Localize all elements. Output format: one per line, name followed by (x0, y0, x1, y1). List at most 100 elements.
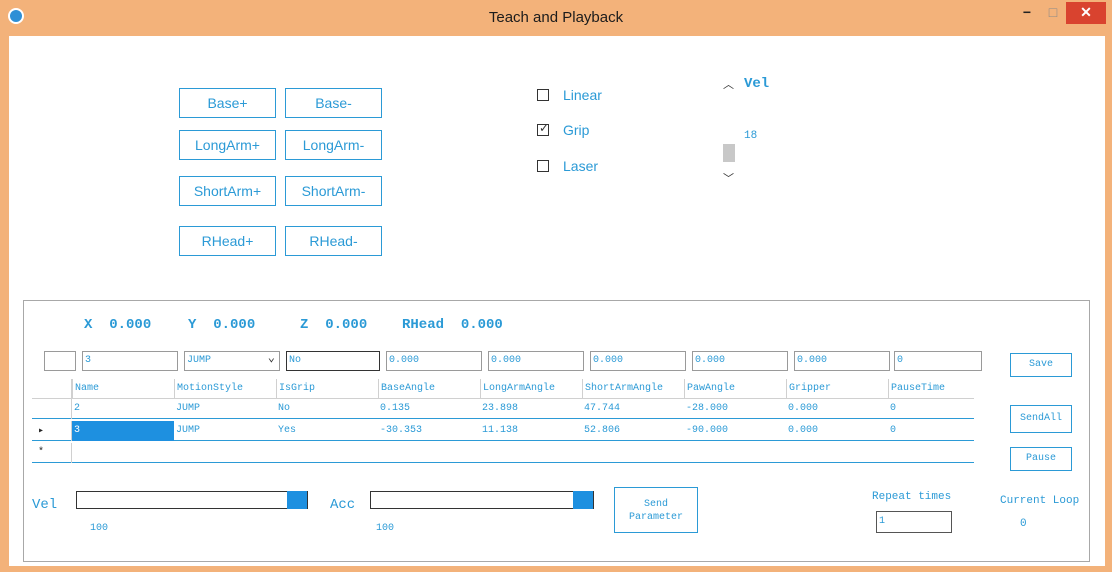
send-parameter-line1: Send (643, 499, 668, 510)
vel-slider-thumb[interactable] (287, 491, 307, 509)
vel-box-title: Vel (744, 76, 770, 92)
grip-option[interactable]: Grip (537, 121, 590, 138)
motion-style-select[interactable]: JUMP (184, 351, 280, 371)
x-value: 0.000 (109, 317, 152, 333)
table-cell[interactable]: JUMP (174, 399, 276, 419)
table-cell[interactable]: 0.000 (786, 421, 888, 441)
col-header[interactable]: IsGrip (276, 379, 378, 399)
col-header[interactable]: LongArmAngle (480, 379, 582, 399)
current-loop-value: 0 (1020, 518, 1027, 530)
col-header[interactable]: ShortArmAngle (582, 379, 684, 399)
shortarm-angle-input[interactable]: 0.000 (590, 351, 686, 371)
grip-checkbox[interactable] (537, 121, 549, 136)
x-label: X (84, 317, 93, 333)
col-header[interactable]: PawAngle (684, 379, 786, 399)
col-header[interactable]: MotionStyle (174, 379, 276, 399)
table-cell[interactable]: Yes (276, 421, 378, 441)
is-grip-input[interactable]: No (286, 351, 380, 371)
client-area: Base+ Base- LongArm+ LongArm- ShortArm+ … (9, 36, 1105, 566)
repeat-times-label: Repeat times (872, 491, 952, 503)
table-cell[interactable]: 0.000 (786, 399, 888, 419)
repeat-times-input[interactable]: 1 (876, 511, 952, 533)
send-parameter-button[interactable]: Send Parameter (614, 487, 698, 533)
table-cell[interactable]: -28.000 (684, 399, 786, 419)
table-cell[interactable]: No (276, 399, 378, 419)
rhead-label: RHead (402, 317, 445, 333)
window-title: Teach and Playback (488, 9, 624, 26)
table-row[interactable]: 2 JUMP No 0.135 23.898 47.744 -28.000 0.… (32, 399, 974, 419)
rhead-value: 0.000 (460, 317, 503, 333)
table-cell[interactable]: -30.353 (378, 421, 480, 441)
base-minus-button[interactable]: Base- (285, 88, 382, 118)
row-marker[interactable] (32, 399, 72, 419)
app-window: Teach and Playback − □ ✕ Base+ Base- Lon… (0, 0, 1112, 572)
close-button[interactable]: ✕ (1066, 2, 1106, 24)
acc-slider[interactable] (370, 491, 594, 509)
pause-button[interactable]: Pause (1010, 447, 1072, 471)
table-cell[interactable]: 2 (72, 399, 174, 419)
minimize-button[interactable]: − (1014, 2, 1040, 24)
points-table: Name MotionStyle IsGrip BaseAngle LongAr… (32, 379, 974, 471)
table-cell[interactable]: -90.000 (684, 421, 786, 441)
vel-scrollbar[interactable]: ︿ ﹀ (721, 74, 737, 188)
z-value: 0.000 (325, 317, 368, 333)
table-header: Name MotionStyle IsGrip BaseAngle LongAr… (32, 379, 974, 399)
col-header[interactable]: Gripper (786, 379, 888, 399)
table-cell-selected[interactable]: 3 (72, 421, 174, 441)
laser-checkbox[interactable] (537, 160, 549, 172)
scroll-thumb[interactable] (723, 144, 735, 162)
table-cell[interactable]: 0.135 (378, 399, 480, 419)
maximize-button[interactable]: □ (1040, 2, 1066, 24)
grip-label: Grip (563, 122, 590, 138)
rhead-minus-button[interactable]: RHead- (285, 226, 382, 256)
laser-option[interactable]: Laser (537, 158, 598, 174)
acc-slider-label: Acc (330, 497, 356, 513)
col-header[interactable]: BaseAngle (378, 379, 480, 399)
col-header[interactable]: PauseTime (888, 379, 974, 399)
base-angle-input[interactable]: 0.000 (386, 351, 482, 371)
pause-time-input[interactable]: 0 (894, 351, 982, 371)
table-row[interactable]: ▸ 3 JUMP Yes -30.353 11.138 52.806 -90.0… (32, 421, 974, 441)
shortarm-plus-button[interactable]: ShortArm+ (179, 176, 276, 206)
row-marker[interactable]: ▸ (32, 421, 72, 441)
send-all-button[interactable]: SendAll (1010, 405, 1072, 433)
header-corner (32, 379, 72, 399)
y-value: 0.000 (213, 317, 256, 333)
vel-slider[interactable] (76, 491, 308, 509)
rhead-plus-button[interactable]: RHead+ (179, 226, 276, 256)
name-input[interactable]: 3 (82, 351, 178, 371)
vel-slider-value: 100 (90, 523, 109, 534)
longarm-minus-button[interactable]: LongArm- (285, 130, 382, 160)
table-cell[interactable]: 23.898 (480, 399, 582, 419)
table-new-row[interactable]: * (32, 443, 974, 463)
scroll-down-icon[interactable]: ﹀ (723, 170, 734, 186)
scroll-up-icon[interactable]: ︿ (723, 76, 734, 92)
linear-checkbox[interactable] (537, 89, 549, 101)
table-cell[interactable]: 52.806 (582, 421, 684, 441)
table-cell[interactable]: 0 (888, 399, 974, 419)
save-button[interactable]: Save (1010, 353, 1072, 377)
base-plus-button[interactable]: Base+ (179, 88, 276, 118)
acc-slider-thumb[interactable] (573, 491, 593, 509)
row-header-cell (44, 351, 76, 371)
title-bar[interactable]: Teach and Playback − □ ✕ (0, 0, 1112, 36)
current-loop-label: Current Loop (1000, 495, 1080, 507)
row-marker[interactable]: * (32, 443, 72, 463)
table-cell[interactable]: 0 (888, 421, 974, 441)
longarm-angle-input[interactable]: 0.000 (488, 351, 584, 371)
acc-slider-value: 100 (376, 523, 395, 534)
table-cell[interactable]: 11.138 (480, 421, 582, 441)
vel-box-value: 18 (744, 130, 758, 142)
col-header[interactable]: Name (72, 379, 174, 399)
table-cell[interactable]: JUMP (174, 421, 276, 441)
linear-label: Linear (563, 87, 602, 103)
send-parameter-line2: Parameter (628, 512, 683, 523)
table-cell[interactable]: 47.744 (582, 399, 684, 419)
laser-label: Laser (563, 158, 599, 174)
shortarm-minus-button[interactable]: ShortArm- (285, 176, 382, 206)
longarm-plus-button[interactable]: LongArm+ (179, 130, 276, 160)
linear-option[interactable]: Linear (537, 87, 602, 103)
vel-slider-label: Vel (32, 497, 58, 513)
paw-angle-input[interactable]: 0.000 (692, 351, 788, 371)
gripper-input[interactable]: 0.000 (794, 351, 890, 371)
